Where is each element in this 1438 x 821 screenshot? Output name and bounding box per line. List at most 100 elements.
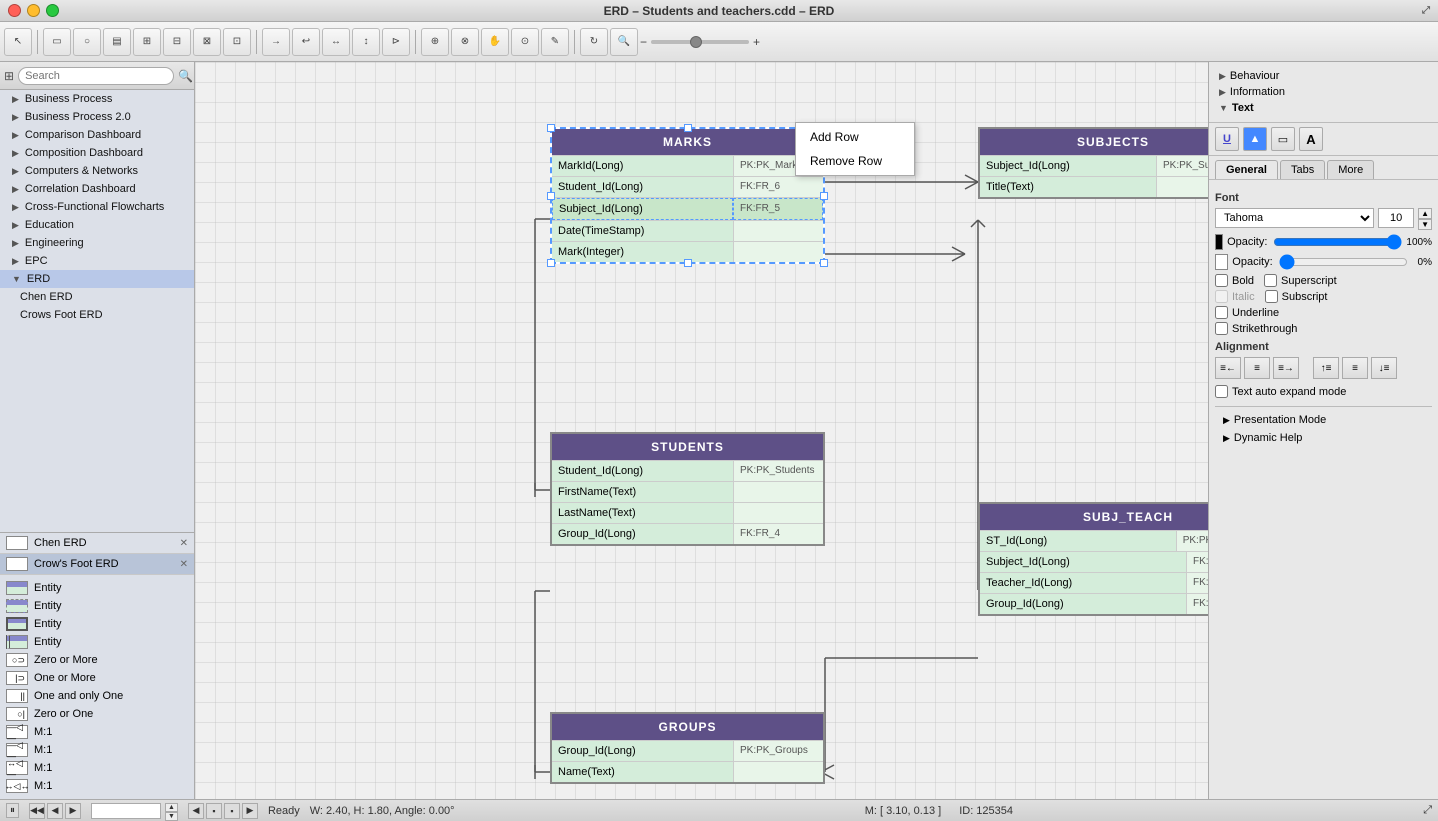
students-row-3[interactable]: Group_Id(Long) FK:FR_4: [552, 523, 823, 544]
canvas-area[interactable]: MARKS MarkId(Long) PK:PK_Marks Student_I…: [195, 62, 1208, 799]
page-next-btn[interactable]: ▶: [242, 803, 258, 819]
search-input[interactable]: [18, 67, 174, 85]
table-tool[interactable]: ▤: [103, 28, 131, 56]
subjects-row-0[interactable]: Subject_Id(Long) PK:PK_Subjects: [980, 155, 1208, 176]
search-icon[interactable]: 🔍: [178, 69, 193, 83]
sidebar-item-computers[interactable]: ▶ Computers & Networks: [0, 162, 194, 180]
line-tool[interactable]: ↕: [352, 28, 380, 56]
marks-row-0[interactable]: MarkId(Long) PK:PK_Marks: [552, 155, 823, 176]
close-button[interactable]: [8, 4, 21, 17]
marks-row-2[interactable]: Subject_Id(Long) FK:FR_5: [552, 197, 823, 220]
zoom-plus-icon[interactable]: +: [753, 35, 760, 49]
page-mid1-btn[interactable]: ▪: [206, 803, 222, 819]
expand-icon[interactable]: ⤢: [1422, 5, 1430, 16]
ortho-tool[interactable]: ↔: [322, 28, 350, 56]
italic-checkbox[interactable]: [1215, 290, 1228, 303]
zoom-out-tool2[interactable]: 🔍: [610, 28, 638, 56]
arrow-tool[interactable]: ⊳: [382, 28, 410, 56]
minimize-button[interactable]: [27, 4, 40, 17]
status-pause-icon[interactable]: ⏸: [6, 803, 19, 818]
strikethrough-checkbox[interactable]: [1215, 322, 1228, 335]
handle-br[interactable]: [820, 259, 828, 267]
sidebar-item-epc[interactable]: ▶ EPC: [0, 252, 194, 270]
entity-zero-one[interactable]: ○| Zero or One: [0, 705, 194, 723]
sidebar-item-education[interactable]: ▶ Education: [0, 216, 194, 234]
subjects-table[interactable]: SUBJECTS Subject_Id(Long) PK:PK_Subjects…: [978, 127, 1208, 199]
entity-m1-2[interactable]: —◁— M:1: [0, 741, 194, 759]
hand-tool[interactable]: ✋: [481, 28, 509, 56]
handle-mr[interactable]: [820, 192, 828, 200]
sidebar-item-chen-erd[interactable]: Chen ERD: [0, 288, 194, 306]
page-mid2-btn[interactable]: ▪: [224, 803, 240, 819]
entity-striped[interactable]: Entity: [0, 597, 194, 615]
align-top-btn[interactable]: ↑≡: [1313, 357, 1339, 379]
zoom-in-tool[interactable]: ⊕: [421, 28, 449, 56]
zoom-up-btn[interactable]: ▲: [165, 803, 178, 812]
students-row-0[interactable]: Student_Id(Long) PK:PK_Students: [552, 460, 823, 481]
marks-row-3[interactable]: Date(TimeStamp): [552, 220, 823, 241]
nav-prev-btn[interactable]: ◀: [47, 803, 63, 819]
rp-highlight-icon[interactable]: ▲: [1243, 127, 1267, 151]
marks-table[interactable]: MARKS MarkId(Long) PK:PK_Marks Student_I…: [550, 127, 825, 264]
font-size-input[interactable]: [1378, 208, 1414, 228]
students-table[interactable]: STUDENTS Student_Id(Long) PK:PK_Students…: [550, 432, 825, 546]
color-swatch-1[interactable]: [1215, 234, 1223, 250]
tab-chen-close[interactable]: ✕: [180, 538, 188, 549]
nav-next-btn[interactable]: ▶: [65, 803, 81, 819]
handle-bm[interactable]: [684, 259, 692, 267]
nav-first-btn[interactable]: ◀◀: [29, 803, 45, 819]
grid-tool[interactable]: ⊠: [193, 28, 221, 56]
panel-text[interactable]: ▼ Text: [1215, 100, 1432, 116]
zoom-input[interactable]: Custom 112%: [91, 803, 161, 819]
curve-tool[interactable]: ↩: [292, 28, 320, 56]
sidebar-item-composition[interactable]: ▶ Composition Dashboard: [0, 144, 194, 162]
rectangle-tool[interactable]: ▭: [43, 28, 71, 56]
zoom-slider[interactable]: − +: [640, 28, 760, 56]
rp-box-icon[interactable]: ▭: [1271, 127, 1295, 151]
sidebar-item-correlation[interactable]: ▶ Correlation Dashboard: [0, 180, 194, 198]
entity-m1-1[interactable]: —◁— M:1: [0, 723, 194, 741]
font-family-select[interactable]: Tahoma Arial Helvetica: [1215, 208, 1374, 228]
subj-teach-row-3[interactable]: Group_Id(Long) FK:FR_1: [980, 593, 1208, 614]
groups-row-0[interactable]: Group_Id(Long) PK:PK_Groups: [552, 740, 823, 761]
entity-plain[interactable]: Entity: [0, 579, 194, 597]
rp-text-icon[interactable]: A: [1299, 127, 1323, 151]
font-size-up[interactable]: ▲: [1418, 208, 1432, 219]
rp-underline-icon[interactable]: U: [1215, 127, 1239, 151]
presentation-mode-item[interactable]: ▶ Presentation Mode: [1215, 411, 1432, 429]
color-swatch-2[interactable]: [1215, 254, 1228, 270]
align-right-btn[interactable]: ≡→: [1273, 357, 1299, 379]
rp-tab-general[interactable]: General: [1215, 160, 1278, 179]
refresh-tool[interactable]: ↻: [580, 28, 608, 56]
context-menu-remove-row[interactable]: Remove Row: [796, 149, 914, 173]
rp-tab-more[interactable]: More: [1327, 160, 1374, 179]
students-row-2[interactable]: LastName(Text): [552, 502, 823, 523]
handle-tm[interactable]: [684, 124, 692, 132]
sidebar-item-engineering[interactable]: ▶ Engineering: [0, 234, 194, 252]
zoom-down-btn[interactable]: ▼: [165, 812, 178, 821]
tab-chen-erd[interactable]: Chen ERD ✕: [0, 533, 194, 554]
font-size-down[interactable]: ▼: [1418, 219, 1432, 230]
subj-teach-row-0[interactable]: ST_Id(Long) PK:PK_Subj_Teach: [980, 530, 1208, 551]
pen-tool[interactable]: ✎: [541, 28, 569, 56]
sidebar-item-crows-foot-erd[interactable]: Crows Foot ERD: [0, 306, 194, 324]
handle-ml[interactable]: [547, 192, 555, 200]
handle-bl[interactable]: [547, 259, 555, 267]
page-prev-btn[interactable]: ◀: [188, 803, 204, 819]
zoom-fit-tool[interactable]: ⊗: [451, 28, 479, 56]
align-middle-btn[interactable]: ≡: [1342, 357, 1368, 379]
entity-m1-4[interactable]: ↔◁↔ M:1: [0, 777, 194, 795]
entity-lines[interactable]: Entity: [0, 615, 194, 633]
delete-tool[interactable]: ⊟: [163, 28, 191, 56]
sidebar-item-business-process-2[interactable]: ▶ Business Process 2.0: [0, 108, 194, 126]
snap-tool[interactable]: ⊡: [223, 28, 251, 56]
handle-tl[interactable]: [547, 124, 555, 132]
opacity-slider-1[interactable]: [1273, 236, 1402, 248]
subscript-checkbox[interactable]: [1265, 290, 1278, 303]
bold-checkbox[interactable]: [1215, 274, 1228, 287]
groups-row-1[interactable]: Name(Text): [552, 761, 823, 782]
superscript-checkbox[interactable]: [1264, 274, 1277, 287]
zoom-minus-icon[interactable]: −: [640, 35, 647, 49]
entity-m1-3[interactable]: ↔◁— M:1: [0, 759, 194, 777]
ellipse-tool[interactable]: ○: [73, 28, 101, 56]
